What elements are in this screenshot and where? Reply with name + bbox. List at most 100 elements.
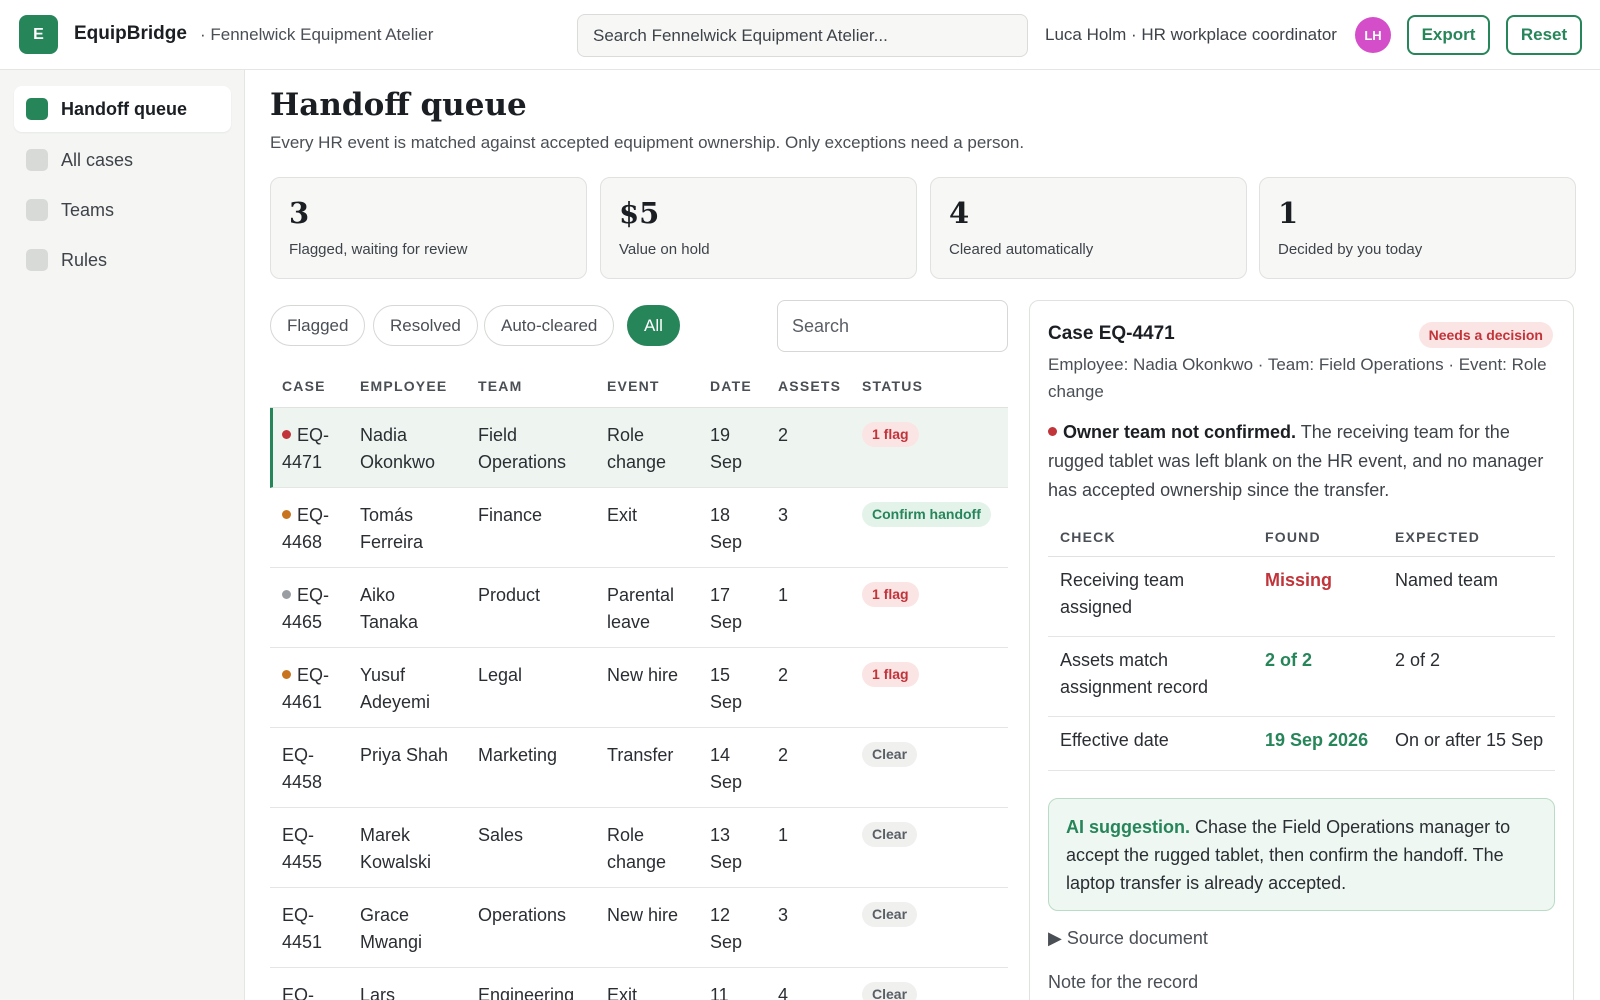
event-date: 17 Sep [710, 585, 743, 632]
stat-caption: Value on hold [619, 241, 710, 258]
table-row[interactable]: EQ- 4465 Aiko Tanaka Product Parental leave 17 S… [270, 568, 1008, 648]
user-label: Luca Holm · HR workplace coordinator [1045, 25, 1337, 44]
export-button[interactable]: Export [1407, 15, 1490, 55]
note-label: Note for the record [1048, 972, 1199, 992]
case-id: EQ- 4455 [282, 825, 323, 872]
column-header: CHECK [1060, 529, 1116, 545]
status-dot-icon [282, 669, 291, 679]
stat-card-flagged: 3 Flagged, waiting for review [270, 177, 587, 279]
sidebar-item-label: All cases [61, 149, 134, 170]
filter-chip-auto-cleared[interactable]: Auto-cleared [484, 305, 615, 346]
employee-name: Grace Mwangi [360, 905, 423, 952]
table-header: CASE EMPLOYEE TEAM EVENT DATE ASSETS STA… [270, 368, 1008, 408]
avatar[interactable]: LH [1355, 17, 1391, 53]
column-header[interactable]: STATUS [862, 378, 923, 394]
app-logo: E [19, 15, 58, 54]
status-dot-icon [282, 509, 291, 519]
table-row[interactable]: EQ- 4451 Grace Mwangi Operations New hire 12 Se… [270, 888, 1008, 968]
table-row[interactable]: EQ- 4471 Nadia Okonkwo Field Operations Role ch… [270, 408, 1008, 488]
ai-suggestion-lead: AI suggestion. [1066, 817, 1191, 837]
page-title: Handoff queue [270, 87, 527, 123]
team-name: Engineering [478, 985, 575, 1000]
check-row: Assets match assignment record 2 of 2 2 o… [1048, 637, 1555, 717]
column-header[interactable]: EVENT [607, 378, 660, 394]
column-header[interactable]: EMPLOYEE [360, 378, 447, 394]
column-header[interactable]: TEAM [478, 378, 522, 394]
employee-name: Yusuf Adeyemi [360, 665, 431, 712]
stat-card-cleared: 4 Cleared automatically [930, 177, 1247, 279]
sidebar-item-label: Teams [61, 199, 115, 220]
case-detail-panel: Case EQ-4471 Needs a decision Employee: … [1029, 300, 1574, 1000]
stat-value: 1 [1278, 196, 1299, 230]
status-badge: Confirm handoff [862, 502, 991, 527]
case-id: EQ- 4451 [282, 905, 323, 952]
team-name: Product [478, 585, 541, 605]
employee-name: Priya Shah [360, 745, 449, 765]
sidebar: Handoff queue All cases Teams Rules [0, 70, 245, 1000]
app-name: EquipBridge [74, 23, 187, 44]
case-title: Case EQ-4471 [1048, 323, 1175, 344]
event-date: 19 Sep [710, 425, 743, 472]
global-search-input[interactable] [577, 14, 1028, 57]
page-subtitle: Every HR event is matched against accept… [270, 133, 1025, 152]
asset-count: 1 [778, 825, 789, 845]
reset-button[interactable]: Reset [1506, 15, 1582, 55]
employee-name: Lars [360, 985, 396, 1000]
table-row[interactable]: EQ- 4458 Priya Shah Marketing Transfer 14 Sep 2… [270, 728, 1008, 808]
asset-count: 2 [778, 745, 789, 765]
check-found: 2 of 2 [1265, 650, 1313, 670]
sidebar-item-handoff-queue[interactable]: Handoff queue [14, 86, 231, 132]
status-badge: Needs a decision [1418, 322, 1553, 348]
column-header: FOUND [1265, 529, 1321, 545]
status-badge: 1 flag [862, 582, 919, 607]
event-date: 13 Sep [710, 825, 743, 872]
table-row[interactable]: EQ- Lars Engineering Exit 11 4 Clear [270, 968, 1008, 1000]
check-expected: 2 of 2 [1395, 650, 1441, 670]
column-header[interactable]: ASSETS [778, 378, 841, 394]
event-type: Role change [607, 425, 667, 472]
column-header[interactable]: DATE [710, 378, 752, 394]
table-row[interactable]: EQ- 4468 Tomás Ferreira Finance Exit 18 Sep 3 Con… [270, 488, 1008, 568]
stat-value: 4 [949, 196, 970, 230]
case-id: EQ- 4468 [282, 505, 330, 552]
status-badge: Clear [862, 902, 918, 927]
table-row[interactable]: EQ- 4461 Yusuf Adeyemi Legal New hire 15 Sep 2 1 … [270, 648, 1008, 728]
status-badge: 1 flag [862, 422, 919, 447]
status-badge: Clear [862, 822, 918, 847]
stat-card-value-on-hold: $5 Value on hold [600, 177, 917, 279]
sidebar-item-label: Handoff queue [61, 98, 187, 119]
source-document-toggle[interactable]: ▶ Source document [1048, 928, 1208, 949]
team-name: Finance [478, 505, 543, 525]
sidebar-item-all-cases[interactable]: All cases [14, 137, 231, 183]
sidebar-item-label: Rules [61, 249, 108, 270]
event-date: 18 Sep [710, 505, 743, 552]
filter-chip-flagged[interactable]: Flagged [270, 305, 366, 346]
square-icon [26, 249, 48, 271]
stat-caption: Decided by you today [1278, 241, 1423, 258]
check-found: 19 Sep 2026 [1265, 730, 1369, 750]
stat-value: $5 [619, 196, 660, 230]
column-header[interactable]: CASE [282, 378, 326, 394]
sidebar-item-rules[interactable]: Rules [14, 237, 231, 283]
issue-summary: Owner team not confirmed. The receiving … [1048, 418, 1558, 505]
table-search-input[interactable] [777, 300, 1008, 352]
table-row[interactable]: EQ- 4455 Marek Kowalski Sales Role change 13 Sep… [270, 808, 1008, 888]
filter-chip-resolved[interactable]: Resolved [373, 305, 478, 346]
case-id: EQ- 4471 [282, 425, 330, 472]
sidebar-item-teams[interactable]: Teams [14, 187, 231, 233]
square-icon [26, 149, 48, 171]
case-id: EQ- [282, 985, 315, 1000]
check-name: Receiving team assigned [1060, 570, 1185, 617]
status-badge: Clear [862, 982, 918, 1000]
workspace-name: · Fennelwick Equipment Atelier [200, 25, 434, 44]
team-name: Marketing [478, 745, 558, 765]
check-expected: Named team [1395, 570, 1499, 590]
filter-chip-all[interactable]: All [627, 305, 680, 346]
check-row: Receiving team assigned Missing Named tea… [1048, 557, 1555, 637]
check-expected: On or after 15 Sep [1395, 730, 1544, 750]
event-type: Role change [607, 825, 667, 872]
check-table: CHECK FOUND EXPECTED Receiving team assig… [1048, 521, 1555, 771]
status-dot-icon [282, 429, 291, 439]
alert-dot-icon [1048, 426, 1057, 436]
check-name: Effective date [1060, 730, 1169, 750]
